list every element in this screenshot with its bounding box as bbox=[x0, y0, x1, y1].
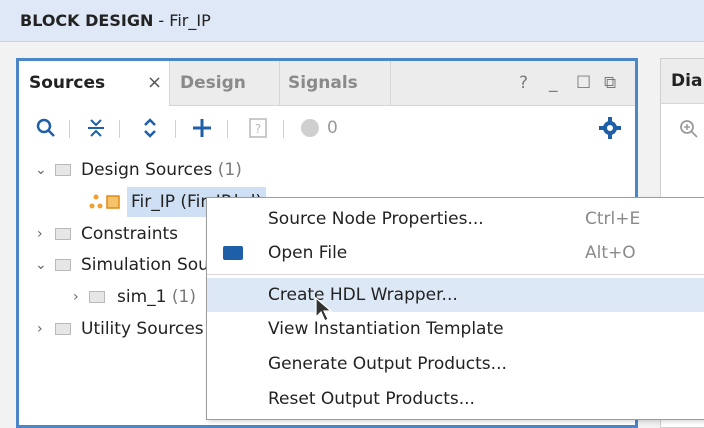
hierarchy-icon bbox=[89, 194, 120, 209]
tab-signals[interactable]: Signals bbox=[279, 61, 391, 105]
tree-item-design-sources[interactable]: ⌄ Design Sources (1) bbox=[31, 155, 631, 185]
title-separator: - bbox=[153, 11, 170, 30]
tab-diagram[interactable]: Dia bbox=[671, 59, 702, 103]
status-dot-icon bbox=[297, 106, 323, 150]
float-icon[interactable]: ⧉ bbox=[604, 61, 616, 105]
tree-item-label: Design Sources (1) bbox=[81, 160, 242, 180]
title-label: BLOCK DESIGN bbox=[20, 11, 154, 30]
toolbar-separator bbox=[283, 120, 284, 138]
tab-sources-label: Sources bbox=[29, 73, 106, 93]
menu-item-label: Open File bbox=[268, 243, 348, 263]
menu-item-label: View Instantiation Template bbox=[268, 319, 504, 339]
menu-item-create-hdl-wrapper[interactable]: Create HDL Wrapper... bbox=[207, 278, 704, 312]
tree-item-label: Simulation Sources bbox=[81, 255, 211, 275]
expand-all-icon[interactable] bbox=[137, 106, 163, 150]
help-box-icon[interactable]: ? bbox=[245, 106, 271, 150]
menu-item-open-file[interactable]: Open File Alt+O bbox=[207, 236, 704, 270]
chevron-down-icon[interactable]: ⌄ bbox=[35, 250, 47, 280]
minimize-icon[interactable]: _ bbox=[549, 61, 558, 105]
chevron-down-icon[interactable]: ⌄ bbox=[35, 155, 47, 185]
tab-design-label: Design bbox=[180, 73, 246, 93]
menu-item-generate-output-products[interactable]: Generate Output Products... bbox=[207, 347, 704, 381]
menu-item-view-instantiation-template[interactable]: View Instantiation Template bbox=[207, 312, 704, 346]
settings-gear-icon[interactable] bbox=[597, 106, 623, 150]
folder-icon bbox=[55, 323, 71, 335]
title-design-name: Fir_IP bbox=[169, 11, 211, 30]
search-icon[interactable] bbox=[33, 106, 59, 150]
tab-design[interactable]: Design bbox=[169, 61, 280, 105]
menu-item-source-node-properties[interactable]: Source Node Properties... Ctrl+E bbox=[207, 202, 704, 236]
zoom-in-icon[interactable] bbox=[679, 119, 699, 139]
menu-item-shortcut: Ctrl+E bbox=[585, 209, 641, 229]
tree-item-label: Utility Sources bbox=[81, 319, 204, 339]
diagram-tab-bar: Dia bbox=[661, 59, 704, 104]
folder-icon bbox=[55, 259, 71, 271]
folder-icon bbox=[55, 228, 71, 240]
menu-item-shortcut: Alt+O bbox=[585, 243, 636, 263]
folder-open-icon bbox=[223, 246, 243, 260]
folder-icon bbox=[89, 291, 105, 303]
status-count: 0 bbox=[327, 118, 338, 138]
toolbar-separator bbox=[69, 120, 70, 138]
maximize-icon[interactable]: ☐ bbox=[576, 61, 591, 105]
tab-bar: Sources × Design Signals ? _ ☐ ⧉ bbox=[19, 61, 635, 106]
tree-item-label: sim_1 (1) bbox=[117, 287, 196, 307]
svg-text:?: ? bbox=[255, 122, 261, 136]
add-icon[interactable] bbox=[189, 106, 215, 150]
menu-item-label: Source Node Properties... bbox=[268, 209, 484, 229]
menu-item-label: Generate Output Products... bbox=[268, 354, 507, 374]
chevron-right-icon[interactable]: › bbox=[37, 219, 43, 249]
menu-separator bbox=[207, 274, 704, 275]
menu-item-reset-output-products[interactable]: Reset Output Products... bbox=[207, 382, 704, 416]
tab-signals-label: Signals bbox=[288, 73, 358, 93]
folder-icon bbox=[55, 164, 71, 176]
toolbar-separator bbox=[119, 120, 120, 138]
close-icon[interactable]: × bbox=[147, 61, 162, 105]
context-menu: Source Node Properties... Ctrl+E Open Fi… bbox=[206, 197, 704, 420]
tree-item-simulation-sources[interactable]: ⌄ Simulation Sources bbox=[31, 250, 211, 280]
tree-item-label: Constraints bbox=[81, 224, 178, 244]
menu-item-label: Reset Output Products... bbox=[268, 389, 475, 409]
tree-item-constraints[interactable]: › Constraints bbox=[31, 219, 211, 249]
help-icon[interactable]: ? bbox=[519, 61, 528, 105]
title-bar: BLOCK DESIGN - Fir_IP bbox=[0, 0, 704, 42]
toolbar-separator bbox=[227, 120, 228, 138]
toolbar-separator bbox=[175, 120, 176, 138]
sources-toolbar: ? 0 bbox=[19, 106, 635, 150]
menu-item-label: Create HDL Wrapper... bbox=[268, 285, 458, 305]
chevron-right-icon[interactable]: › bbox=[73, 282, 79, 312]
title-text: BLOCK DESIGN - Fir_IP bbox=[20, 11, 211, 30]
tree-item-utility-sources[interactable]: › Utility Sources bbox=[31, 314, 211, 344]
collapse-all-icon[interactable] bbox=[83, 106, 109, 150]
chevron-right-icon[interactable]: › bbox=[37, 314, 43, 344]
tree-item-sim-1[interactable]: › sim_1 (1) bbox=[67, 282, 207, 312]
